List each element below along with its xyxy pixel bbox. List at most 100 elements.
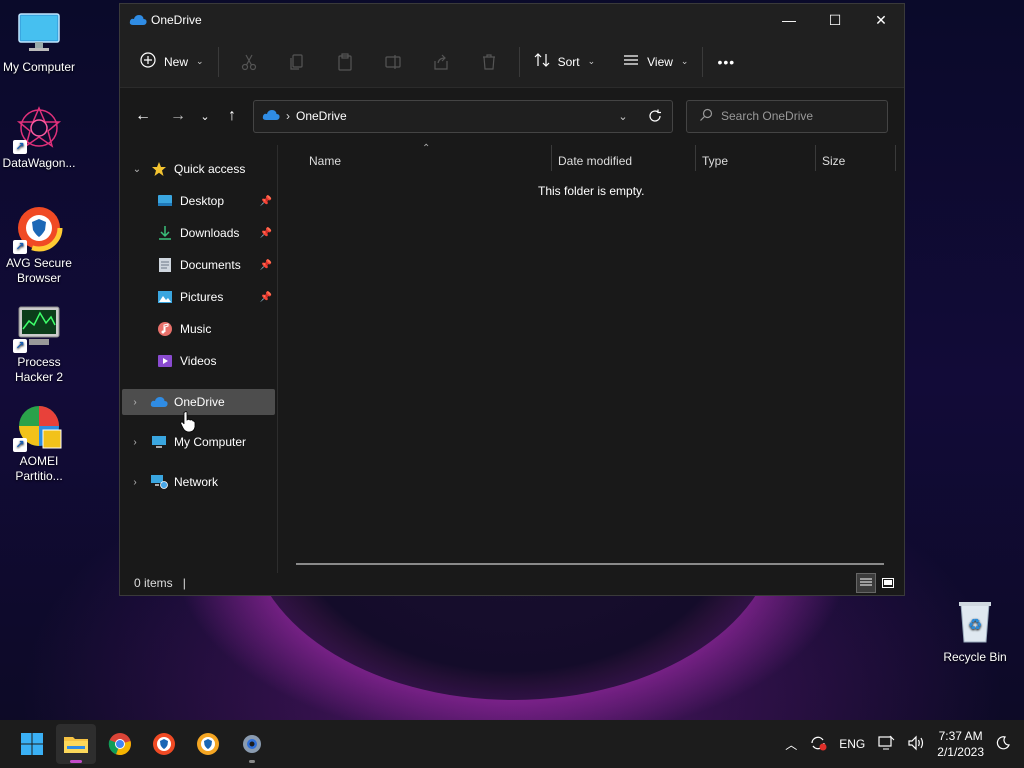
nav-item-pictures[interactable]: Pictures 📌 — [156, 284, 276, 310]
column-header-name[interactable]: Name — [309, 149, 341, 173]
search-input[interactable] — [721, 109, 871, 123]
column-divider[interactable] — [695, 145, 696, 171]
large-icons-view-button[interactable] — [878, 573, 898, 593]
clock-time: 7:37 AM — [938, 729, 983, 743]
nav-label: Network — [174, 475, 219, 489]
nav-item-downloads[interactable]: Downloads 📌 — [156, 220, 276, 246]
forward-arrow-icon[interactable]: → — [163, 101, 193, 131]
taskbar-avg-browser[interactable] — [144, 724, 184, 764]
pin-icon[interactable]: 📌 — [260, 260, 272, 271]
cut-icon[interactable] — [225, 46, 273, 78]
volume-icon[interactable] — [907, 735, 925, 754]
address-bar-row: ← → ⌄ ↑ › OneDrive ⌄ — [120, 88, 904, 144]
nav-label: My Computer — [174, 435, 247, 449]
new-button[interactable]: New ⌄ — [132, 46, 212, 78]
details-view-button[interactable] — [856, 573, 876, 593]
onedrive-cloud-icon — [129, 14, 147, 26]
nav-item-videos[interactable]: Videos — [156, 348, 276, 374]
nav-label: Desktop — [180, 194, 225, 208]
notifications-moon-icon[interactable] — [996, 735, 1010, 753]
copy-icon[interactable] — [273, 46, 321, 78]
empty-folder-message: This folder is empty. — [538, 184, 645, 198]
refresh-icon[interactable] — [638, 109, 672, 123]
column-divider[interactable] — [551, 145, 552, 171]
file-list-area: Name ⌃ Date modified Type Size This fold… — [278, 143, 904, 573]
plus-circle-icon — [140, 52, 156, 71]
column-header-date-modified[interactable]: Date modified — [558, 149, 632, 173]
address-dropdown-chevron-icon[interactable]: ⌄ — [608, 110, 638, 123]
desktop-icon-avg-secure-browser[interactable]: ↗ AVG Secure Browser — [0, 204, 78, 286]
pin-icon[interactable]: 📌 — [260, 292, 272, 303]
column-divider[interactable] — [815, 145, 816, 171]
pin-icon[interactable]: 📌 — [260, 196, 272, 207]
clock[interactable]: 7:37 AM 2/1/2023 — [937, 728, 984, 760]
datawagon-icon: ↗ — [13, 104, 63, 154]
show-hidden-icons-chevron-up-icon[interactable]: ︿ — [785, 736, 797, 753]
desktop-icon-datawagon[interactable]: ↗ DataWagon... — [0, 104, 78, 171]
column-header-type[interactable]: Type — [702, 149, 728, 173]
recent-locations-chevron-icon[interactable]: ⌄ — [193, 101, 217, 131]
up-arrow-icon[interactable]: ↑ — [217, 101, 247, 131]
desktop-icon-recycle-bin[interactable]: ♻ Recycle Bin — [936, 598, 1014, 665]
nav-label: Documents — [180, 258, 241, 272]
desktop-folder-icon — [156, 193, 174, 209]
expand-chevron-right-icon[interactable]: › — [128, 437, 142, 448]
back-arrow-icon[interactable]: ← — [128, 101, 158, 131]
taskbar-file-explorer[interactable] — [56, 724, 96, 764]
address-bar[interactable]: › OneDrive ⌄ — [253, 99, 673, 133]
share-icon[interactable] — [417, 46, 465, 78]
desktop-icon-label: Process Hacker 2 — [14, 355, 64, 384]
desktop-icon-label: AVG Secure Browser — [6, 256, 72, 285]
desktop-icon-my-computer[interactable]: My Computer — [0, 8, 78, 75]
column-divider[interactable] — [895, 145, 896, 171]
status-divider: | — [182, 576, 186, 590]
taskbar-chrome[interactable] — [100, 724, 140, 764]
nav-item-music[interactable]: Music — [156, 316, 276, 342]
paste-icon[interactable] — [321, 46, 369, 78]
nav-label: Music — [180, 322, 212, 336]
aomei-icon: ↗ — [13, 402, 63, 452]
expand-chevron-down-icon[interactable]: ⌄ — [130, 164, 144, 175]
expand-chevron-right-icon[interactable]: › — [128, 477, 142, 488]
sort-up-caret-icon: ⌃ — [422, 143, 431, 154]
nav-network[interactable]: › Network — [128, 469, 284, 495]
search-icon — [699, 108, 713, 125]
toolbar-divider — [702, 46, 704, 77]
expand-chevron-right-icon[interactable]: › — [128, 397, 142, 408]
nav-item-documents[interactable]: Documents 📌 — [156, 252, 276, 278]
command-bar: New ⌄ Sort ⌄ View ⌄ ••• — [120, 36, 904, 88]
view-button[interactable]: View ⌄ — [615, 46, 696, 78]
maximize-button[interactable]: ☐ — [812, 4, 858, 36]
taskbar-settings[interactable] — [232, 724, 272, 764]
desktop-icon-aomei-partition[interactable]: ↗ AOMEI Partitio... — [0, 402, 78, 484]
nav-onedrive[interactable]: › OneDrive — [122, 389, 275, 415]
monitor-icon — [15, 8, 63, 56]
sort-button[interactable]: Sort ⌄ — [526, 46, 604, 78]
sync-status-icon[interactable] — [809, 735, 827, 754]
close-button[interactable]: ✕ — [858, 4, 904, 36]
system-tray: ︿ ENG 7:37 AM 2/1/2023 — [779, 720, 1024, 768]
nav-my-computer[interactable]: › My Computer — [128, 429, 284, 455]
language-indicator[interactable]: ENG — [839, 737, 865, 751]
title-bar[interactable]: OneDrive — ☐ ✕ — [120, 4, 904, 36]
delete-icon[interactable] — [465, 46, 513, 78]
navigation-pane: ⌄ Quick access Desktop 📌 Downloads 📌 Doc… — [120, 145, 278, 573]
desktop-icon-process-hacker[interactable]: ↗ Process Hacker 2 — [0, 303, 78, 385]
nav-quick-access[interactable]: ⌄ Quick access — [130, 156, 286, 182]
start-button[interactable] — [12, 724, 52, 764]
nav-item-desktop[interactable]: Desktop 📌 — [156, 188, 276, 214]
column-header-size[interactable]: Size — [822, 149, 845, 173]
rename-icon[interactable] — [369, 46, 417, 78]
pin-icon[interactable]: 📌 — [260, 228, 272, 239]
horizontal-scrollbar[interactable] — [296, 563, 884, 565]
onedrive-cloud-icon — [150, 394, 168, 410]
file-explorer-window: OneDrive — ☐ ✕ New ⌄ Sort ⌄ View ⌄ ••• ←… — [119, 3, 905, 596]
search-box[interactable] — [686, 99, 888, 133]
nav-label: Videos — [180, 354, 217, 368]
more-options-button[interactable]: ••• — [709, 46, 743, 78]
network-status-icon[interactable] — [877, 735, 895, 754]
minimize-button[interactable]: — — [766, 4, 812, 36]
breadcrumb-onedrive[interactable]: OneDrive — [296, 109, 347, 123]
taskbar-avg-browser-2[interactable] — [188, 724, 228, 764]
desktop-icon-label: DataWagon... — [2, 156, 76, 170]
